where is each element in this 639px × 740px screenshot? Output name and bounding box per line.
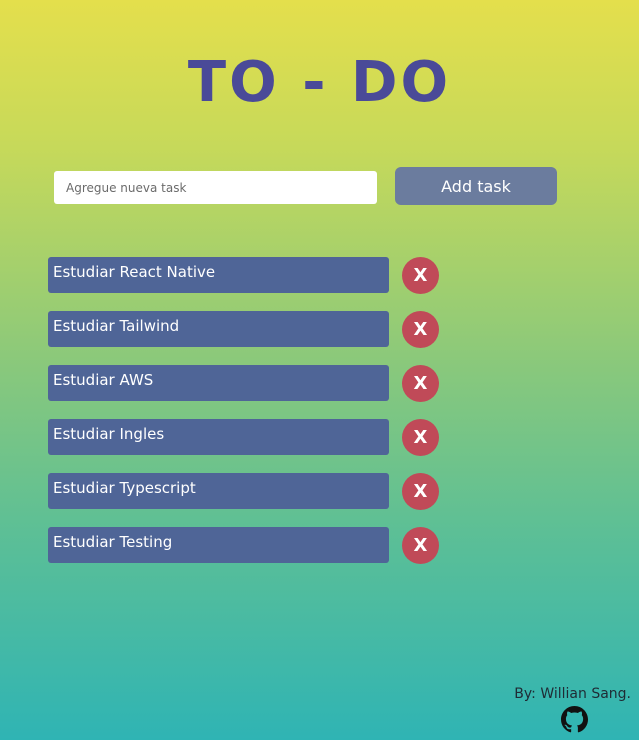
task-item: Estudiar Testing X (48, 527, 440, 564)
delete-task-button[interactable]: X (402, 527, 439, 564)
task-label: Estudiar React Native (48, 257, 389, 293)
task-item: Estudiar AWS X (48, 365, 440, 402)
author-credit: By: Willian Sang. (514, 686, 631, 702)
add-task-button[interactable]: Add task (395, 167, 557, 205)
task-item: Estudiar Typescript X (48, 473, 440, 510)
delete-task-button[interactable]: X (402, 419, 439, 456)
delete-task-button[interactable]: X (402, 311, 439, 348)
task-label: Estudiar Tailwind (48, 311, 389, 347)
delete-task-button[interactable]: X (402, 365, 439, 402)
task-label: Estudiar Ingles (48, 419, 389, 455)
task-label: Estudiar Typescript (48, 473, 389, 509)
task-item: Estudiar Tailwind X (48, 311, 440, 348)
new-task-input[interactable] (54, 171, 377, 204)
task-list: Estudiar React Native X Estudiar Tailwin… (48, 257, 440, 581)
task-item: Estudiar React Native X (48, 257, 440, 294)
github-link[interactable] (561, 706, 588, 733)
delete-task-button[interactable]: X (402, 257, 439, 294)
page-title: TO - DO (187, 50, 452, 115)
task-label: Estudiar AWS (48, 365, 389, 401)
github-icon (561, 706, 588, 733)
delete-task-button[interactable]: X (402, 473, 439, 510)
task-item: Estudiar Ingles X (48, 419, 440, 456)
task-label: Estudiar Testing (48, 527, 389, 563)
